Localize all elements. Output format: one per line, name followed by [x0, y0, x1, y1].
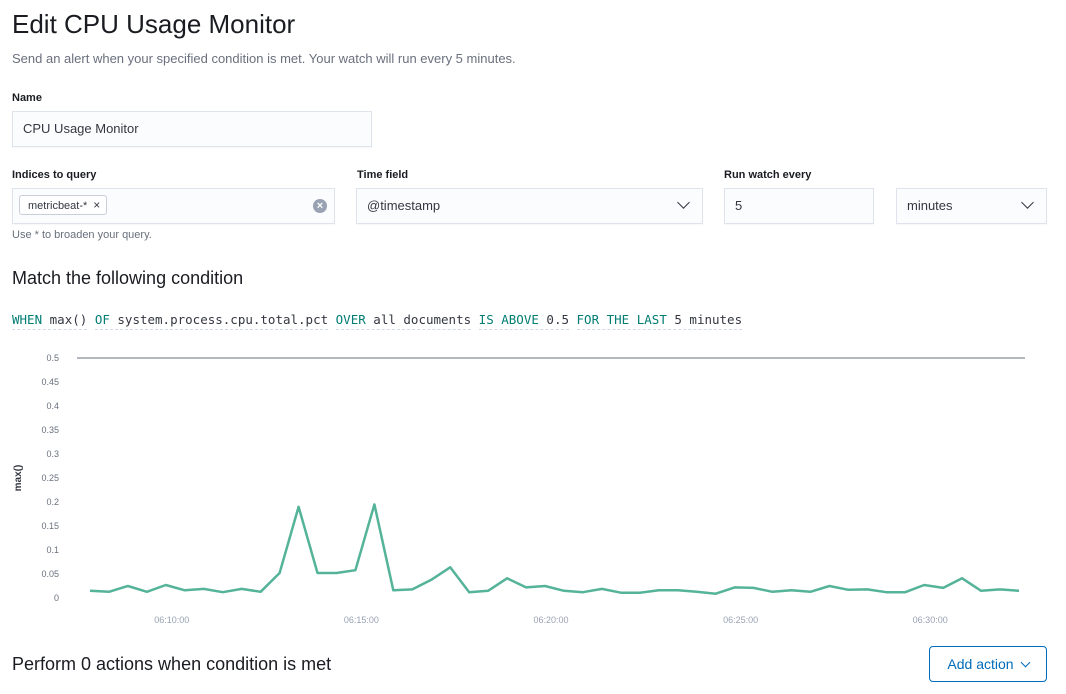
name-field[interactable]: CPU Usage Monitor — [12, 111, 372, 147]
page-subtitle: Send an alert when your specified condit… — [12, 51, 516, 66]
add-action-button[interactable]: Add action — [929, 646, 1047, 682]
y-tick-label: 0.45 — [41, 377, 59, 387]
y-tick-label: 0.4 — [46, 401, 59, 411]
indices-combobox[interactable]: metricbeat-* × × — [12, 188, 335, 224]
clear-icon[interactable]: × — [313, 199, 327, 213]
run-every-unit-value: minutes — [907, 198, 953, 213]
time-field-select[interactable]: @timestamp — [356, 188, 703, 224]
y-tick-label: 0.35 — [41, 425, 59, 435]
page-title: Edit CPU Usage Monitor — [12, 9, 296, 39]
add-action-label: Add action — [947, 656, 1014, 672]
actions-title: Perform 0 actions when condition is met — [12, 654, 332, 674]
chart: max() 0 0.05 0.1 0.15 0.2 0.25 0.3 0.35 0.4 0.45 0.… — [13, 353, 1025, 625]
time-field-label: Time field — [357, 169, 409, 181]
series-line — [89, 503, 1020, 595]
x-tick-label: 06:10:00 — [154, 615, 189, 625]
condition-title: Match the following condition — [12, 268, 244, 288]
chevron-down-icon — [1020, 657, 1031, 668]
index-pill: metricbeat-* × — [19, 195, 108, 215]
expr-for-the-last[interactable]: FOR THE LAST 5 minutes — [576, 312, 743, 330]
chevron-down-icon — [677, 196, 690, 209]
y-tick-label: 0 — [54, 593, 59, 603]
indices-help: Use * to broaden your query. — [12, 229, 152, 241]
remove-pill-icon[interactable]: × — [93, 198, 100, 212]
x-tick-label: 06:30:00 — [913, 615, 948, 625]
run-every-value: 5 — [735, 198, 743, 213]
name-label: Name — [12, 92, 42, 104]
index-pill-label: metricbeat-* — [28, 200, 88, 212]
y-tick-label: 0.2 — [46, 497, 59, 507]
run-every-label: Run watch every — [724, 169, 812, 181]
indices-label: Indices to query — [12, 169, 97, 181]
chevron-down-icon — [1021, 196, 1034, 209]
y-axis-label: max() — [13, 465, 24, 492]
time-field-value: @timestamp — [367, 198, 441, 213]
condition-expression: WHEN max() OF system.process.cpu.total.p… — [12, 312, 743, 330]
expr-of[interactable]: OF system.process.cpu.total.pct — [94, 312, 329, 330]
expr-is-above[interactable]: IS ABOVE 0.5 — [478, 312, 569, 330]
x-tick-label: 06:25:00 — [723, 615, 758, 625]
y-tick-label: 0.1 — [46, 545, 59, 555]
y-tick-label: 0.5 — [46, 353, 59, 363]
x-tick-label: 06:15:00 — [344, 615, 379, 625]
run-every-unit-select[interactable]: minutes — [896, 188, 1047, 224]
name-value: CPU Usage Monitor — [23, 121, 139, 136]
run-every-input[interactable]: 5 — [724, 188, 874, 224]
expr-over[interactable]: OVER all documents — [335, 312, 472, 330]
x-tick-label: 06:20:00 — [533, 615, 568, 625]
expr-when[interactable]: WHEN max() — [12, 312, 88, 330]
y-tick-label: 0.3 — [46, 449, 59, 459]
y-tick-label: 0.25 — [41, 473, 59, 483]
y-tick-label: 0.15 — [41, 521, 59, 531]
y-tick-label: 0.05 — [41, 569, 59, 579]
